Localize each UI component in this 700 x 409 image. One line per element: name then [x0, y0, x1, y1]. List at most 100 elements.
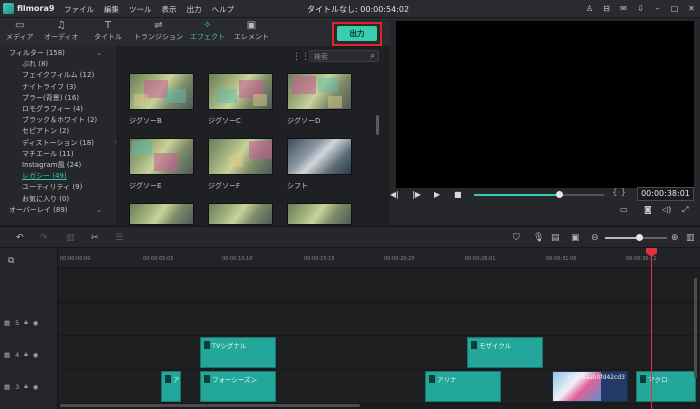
chevron-down-icon[interactable]: ⌄ — [96, 48, 102, 59]
thumb-jigsaw-f[interactable] — [208, 138, 273, 175]
chevron-down-icon[interactable]: ⌄ — [96, 205, 102, 216]
zoom-slider-knob[interactable] — [636, 234, 644, 241]
menu-export[interactable]: 出力 — [187, 4, 202, 15]
category-group[interactable]: フィルター (158) ⌄ — [0, 48, 118, 59]
clip-four-seasons[interactable]: フォーシーズン — [200, 371, 276, 402]
clip-arina[interactable]: アリナ — [425, 371, 501, 402]
search-input[interactable] — [314, 52, 366, 61]
lock-icon[interactable]: 🔒︎ — [24, 350, 27, 359]
tab-transitions[interactable]: ⇌ トランジション — [134, 20, 183, 42]
browser-scrollbar[interactable] — [376, 115, 379, 135]
play-icon[interactable]: ▶ — [434, 190, 440, 199]
thumb-next-2[interactable] — [208, 203, 273, 225]
volume-icon[interactable]: ◁) — [662, 205, 671, 214]
clip-tv-signal[interactable]: TVシグナル — [200, 337, 276, 368]
thumb-jigsaw-c[interactable] — [208, 73, 273, 110]
undo-icon[interactable]: ↶ — [16, 233, 24, 243]
close-icon[interactable]: ✕ — [683, 2, 700, 16]
clip-video[interactable]: 3ce28aab0fd42cd3 — [552, 371, 628, 402]
prev-frame-icon[interactable]: |▶ — [412, 190, 421, 199]
mixer-icon[interactable]: ▤ — [551, 233, 560, 243]
zoom-in-icon[interactable]: ⊕ — [671, 233, 679, 243]
fullscreen-icon[interactable]: ⤢ — [682, 205, 688, 215]
step-back-icon[interactable]: ◀| — [390, 190, 399, 199]
playback-progress-knob[interactable] — [555, 191, 563, 198]
category-item[interactable]: フェイクフィルム (12) — [0, 70, 118, 81]
clip-mosaic[interactable]: モザイクル — [467, 337, 543, 368]
redo-icon[interactable]: ↷ — [40, 233, 48, 243]
account-icon[interactable]: ♙ — [581, 2, 598, 16]
ruler-tick-1: 00:00:05:05 — [143, 256, 174, 262]
delete-icon[interactable]: ▥ — [66, 233, 75, 243]
playback-progress[interactable] — [474, 191, 604, 198]
stop-icon[interactable]: ■ — [454, 190, 462, 199]
thumb-next-1[interactable] — [129, 203, 194, 225]
category-item[interactable]: ユーティリティ (9) — [0, 182, 118, 193]
track-header-5: ▦ 5 🔒︎ ◉ — [4, 318, 38, 327]
category-item[interactable]: お気に入り (0) — [0, 194, 118, 205]
cut-icon[interactable]: ✂ — [91, 233, 99, 243]
thumb-jigsaw-d[interactable] — [287, 73, 352, 110]
thumb-jigsaw-e[interactable] — [129, 138, 194, 175]
category-item[interactable]: ぶれ (8) — [0, 59, 118, 70]
menu-edit[interactable]: 編集 — [104, 4, 119, 15]
timeline-vscrollbar[interactable] — [694, 278, 697, 378]
category-item[interactable]: ナイトライフ (3) — [0, 82, 118, 93]
lane-track-6[interactable] — [58, 270, 700, 302]
thumb-label-jigsaw-c: ジグソーC — [208, 117, 241, 125]
thumb-next-3[interactable] — [287, 203, 352, 225]
menu-file[interactable]: ファイル — [64, 4, 94, 15]
grid-view-icon[interactable]: ⋮⋮ — [292, 52, 310, 62]
category-item[interactable]: Instagram風 (24) — [0, 160, 118, 171]
tab-titles[interactable]: T タイトル — [94, 20, 122, 42]
render-icon[interactable]: ▣ — [571, 233, 580, 243]
category-item[interactable]: セピアトン (2) — [0, 126, 118, 137]
thumb-shift[interactable] — [287, 138, 352, 175]
marker-icon[interactable]: ⛉ — [513, 233, 520, 243]
mic-icon[interactable]: 🎙 — [533, 233, 544, 243]
category-group[interactable]: オーバーレイ (89) ⌄ — [0, 205, 118, 216]
maximize-icon[interactable]: □ — [666, 2, 683, 16]
minimize-icon[interactable]: – — [649, 2, 666, 16]
category-item[interactable]: ブラック＆ホワイト (2) — [0, 115, 118, 126]
clip-a[interactable]: ア — [161, 371, 181, 402]
thumb-jigsaw-b[interactable] — [129, 73, 194, 110]
clip-macro[interactable]: マクロ — [636, 371, 696, 402]
display-settings-icon[interactable]: ▭ — [620, 205, 628, 214]
lane-track-5[interactable] — [58, 304, 700, 336]
category-item[interactable]: ブラー(背景) (16) — [0, 93, 118, 104]
timeline-hscrollbar[interactable] — [60, 404, 360, 407]
lock-icon[interactable]: 🔒︎ — [24, 318, 27, 327]
timeline-ruler[interactable]: 00:00:00:00 00:00:05:05 00:00:10:10 00:0… — [58, 248, 700, 268]
adjust-icon[interactable]: ☰ — [115, 233, 123, 243]
menu-tools[interactable]: ツール — [129, 4, 152, 15]
menu-view[interactable]: 表示 — [162, 4, 177, 15]
category-item[interactable]: ロモグラフィー (4) — [0, 104, 118, 115]
category-item[interactable]: マチエール (11) — [0, 149, 118, 160]
track-number: 5 — [15, 318, 20, 327]
snapshot-icon[interactable]: ◙ — [644, 205, 652, 214]
playhead[interactable] — [651, 254, 652, 409]
category-item[interactable]: レガシー (49) — [0, 171, 118, 182]
search-icon[interactable]: ⌕ — [371, 51, 375, 61]
tab-media[interactable]: ▭ メディア — [6, 20, 34, 42]
lane-track-4[interactable] — [58, 336, 700, 370]
visibility-icon[interactable]: ◉ — [33, 319, 39, 327]
add-track-icon[interactable]: ⧉ — [8, 256, 14, 266]
mail-icon[interactable]: ✉ — [615, 2, 632, 16]
menu-help[interactable]: ヘルプ — [212, 4, 235, 15]
lock-icon[interactable]: 🔒︎ — [24, 382, 27, 391]
zoom-slider[interactable] — [605, 234, 667, 241]
tab-elements[interactable]: ▣ エレメント — [234, 20, 269, 42]
zoom-out-icon[interactable]: ⊖ — [591, 233, 599, 243]
mark-in-out-icon[interactable]: { } — [612, 188, 626, 198]
export-button[interactable]: 出力 — [337, 26, 377, 41]
visibility-icon[interactable]: ◉ — [33, 383, 39, 391]
tracks-panel-icon[interactable]: ▥ — [686, 233, 695, 243]
tab-effects[interactable]: ✧ エフェクト — [190, 20, 225, 42]
category-item[interactable]: ディストーション (18) — [0, 138, 118, 149]
visibility-icon[interactable]: ◉ — [33, 351, 39, 359]
tab-audio[interactable]: ♫ オーディオ — [44, 20, 79, 42]
download-icon[interactable]: ⇩ — [632, 2, 649, 16]
cart-icon[interactable]: ⊟ — [598, 2, 615, 16]
